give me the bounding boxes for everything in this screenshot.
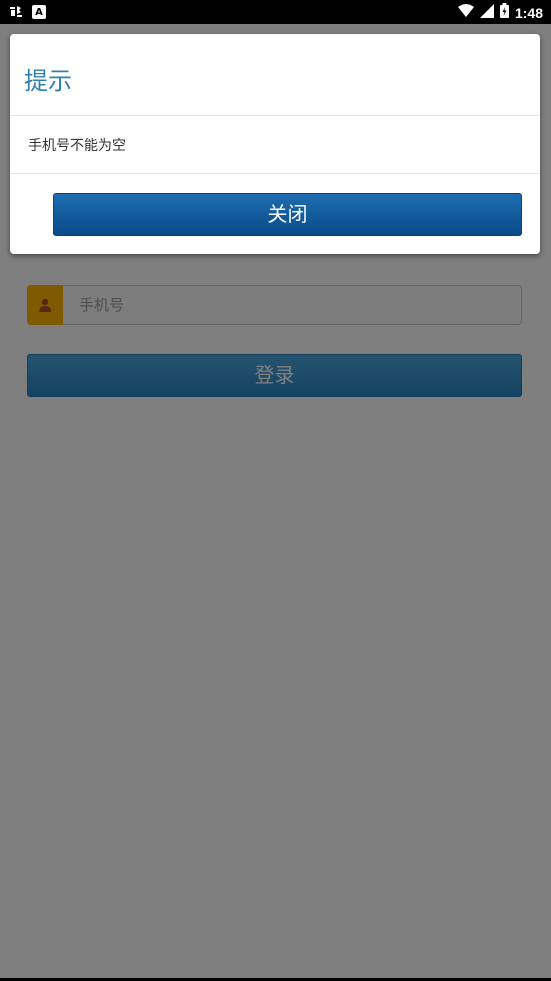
app-notification-icon [8,4,24,20]
dialog-body: 手机号不能为空 [10,116,540,174]
a-letter-icon: A [32,5,46,19]
status-time: 1:48 [514,4,543,21]
dialog-title: 提示 [24,67,72,95]
close-button[interactable]: 关闭 [53,193,522,236]
dialog-header: 提示 [10,34,540,116]
status-right-icons: 1:48 [457,3,543,22]
alert-dialog: 提示 手机号不能为空 关闭 [10,34,540,254]
wifi-icon [457,3,474,22]
status-bar: A 1:48 [0,0,551,24]
screen: A 1:48 手机号 提示 手机号不能为空 关闭 [0,0,551,981]
battery-icon [499,3,509,22]
signal-icon [479,3,494,22]
status-left-icons: A [8,4,46,20]
dialog-message: 手机号不能为空 [28,137,126,154]
dialog-footer: 关闭 [10,174,540,254]
